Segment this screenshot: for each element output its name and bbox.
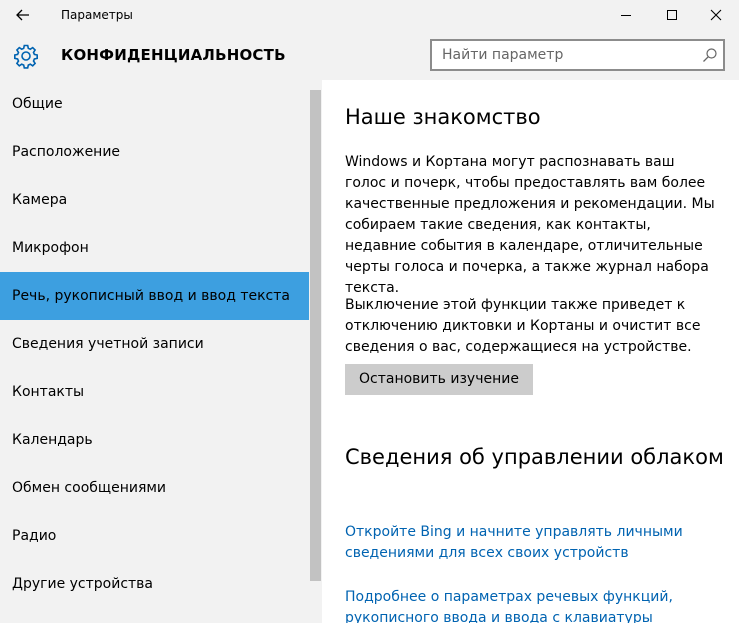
close-button[interactable]: [693, 0, 739, 30]
main-content: Наше знакомство Windows и Кортана могут …: [322, 80, 739, 623]
window-title: Параметры: [61, 8, 133, 22]
sidebar-item-messaging[interactable]: Обмен сообщениями: [0, 464, 309, 512]
bing-manage-info-link[interactable]: Откройте Bing и начните управлять личным…: [345, 522, 725, 564]
sidebar-item-general[interactable]: Общие: [0, 80, 309, 128]
speech-settings-learn-more-link[interactable]: Подробнее о параметрах речевых функций, …: [345, 587, 725, 623]
sidebar-scrollbar[interactable]: [309, 90, 322, 581]
sidebar-item-speech-inking-typing[interactable]: Речь, рукописный ввод и ввод текста: [0, 272, 309, 320]
title-bar: Параметры: [0, 0, 739, 30]
minimize-icon: [621, 15, 631, 16]
sidebar-item-calendar[interactable]: Календарь: [0, 416, 309, 464]
sidebar-item-radios[interactable]: Радио: [0, 512, 309, 560]
scrollbar-thumb[interactable]: [310, 90, 321, 581]
page-title: КОНФИДЕНЦИАЛЬНОСТЬ: [61, 46, 286, 64]
sidebar-item-account-info[interactable]: Сведения учетной записи: [0, 320, 309, 368]
search-input[interactable]: [432, 41, 692, 69]
sidebar-item-contacts[interactable]: Контакты: [0, 368, 309, 416]
sidebar-item-microphone[interactable]: Микрофон: [0, 224, 309, 272]
back-arrow-icon: [16, 9, 29, 21]
sidebar-list: Общие Расположение Камера Микрофон Речь,…: [0, 80, 309, 608]
back-button[interactable]: [0, 0, 46, 30]
sidebar-item-location[interactable]: Расположение: [0, 128, 309, 176]
maximize-button[interactable]: [649, 0, 695, 30]
stop-getting-to-know-me-button[interactable]: Остановить изучение: [345, 364, 533, 395]
gear-icon: [14, 44, 38, 69]
warning-paragraph: Выключение этой функции также приведет к…: [345, 297, 701, 355]
sidebar: Общие Расположение Камера Микрофон Речь,…: [0, 80, 322, 623]
description-paragraph: Windows и Кортана могут распознавать ваш…: [345, 154, 715, 296]
sidebar-item-camera[interactable]: Камера: [0, 176, 309, 224]
section-title-cloud-info: Сведения об управлении облаком: [345, 445, 724, 469]
page-header: КОНФИДЕНЦИАЛЬНОСТЬ: [0, 30, 739, 80]
search-box[interactable]: [430, 39, 725, 71]
search-icon[interactable]: [702, 47, 718, 63]
close-icon: [710, 9, 722, 21]
section-title-getting-to-know-you: Наше знакомство: [345, 105, 541, 129]
minimize-button[interactable]: [603, 0, 649, 30]
maximize-icon: [667, 10, 677, 20]
sidebar-item-other-devices[interactable]: Другие устройства: [0, 560, 309, 608]
settings-window: Параметры КОНФИДЕНЦИАЛЬНОСТЬ Найти парам…: [0, 0, 739, 623]
